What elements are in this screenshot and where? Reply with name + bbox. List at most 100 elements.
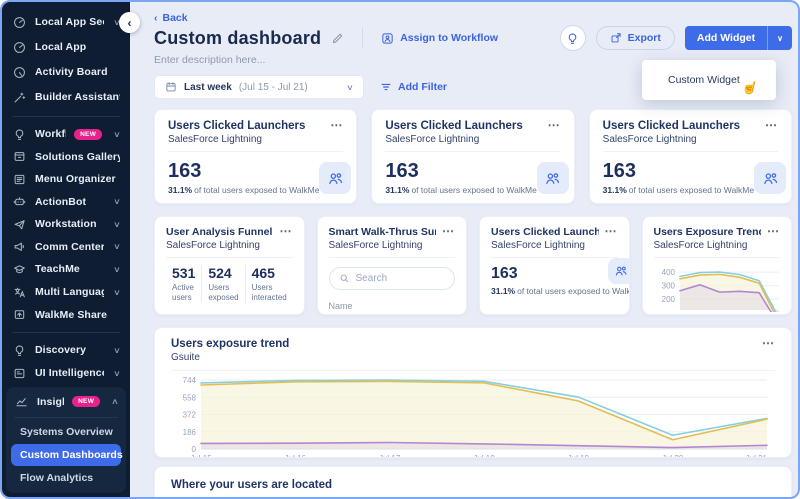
- svg-text:400: 400: [661, 268, 675, 277]
- export-icon: [610, 32, 622, 44]
- hints-button[interactable]: [559, 25, 586, 51]
- chevron-down-icon: ∨: [113, 368, 121, 378]
- activity-icon: [12, 66, 27, 79]
- sidebar-item-label: UI Intelligence: [35, 367, 105, 380]
- chevron-down-icon: ∨: [113, 345, 121, 355]
- sidebar-item-label: Multi Language: [35, 286, 104, 299]
- widget-caption: 31.1%of total users exposed to WalkMe: [602, 185, 755, 195]
- add-filter-button[interactable]: Add Filter: [380, 81, 447, 93]
- card-menu-button[interactable]: ⋯: [599, 225, 618, 237]
- sidebar-item-builder-assistant[interactable]: Builder Assistant: [2, 85, 130, 110]
- search-input[interactable]: [355, 273, 445, 284]
- add-filter-label: Add Filter: [398, 81, 447, 93]
- sidebar-divider: [14, 416, 118, 418]
- users-icon: [319, 162, 352, 194]
- sidebar-item-actionbot[interactable]: ActionBot ∨: [2, 191, 130, 214]
- translate-icon: [12, 286, 27, 299]
- svg-text:Jul 19: Jul 19: [568, 454, 590, 458]
- sidebar-item-menu-organizer[interactable]: Menu Organizer: [2, 168, 130, 191]
- insights-section: Insights NEW ∧ Systems Overview Custom D…: [6, 386, 126, 493]
- card-menu-button[interactable]: ⋯: [759, 119, 778, 131]
- users-icon: [754, 162, 787, 194]
- sidebar-item-activity-board[interactable]: Activity Board: [2, 60, 130, 85]
- widget-value: 163: [491, 265, 518, 282]
- sidebar-item-solutions-gallery[interactable]: Solutions Gallery: [2, 145, 130, 168]
- add-widget-button[interactable]: Add Widget ∨: [684, 26, 792, 50]
- filter-icon: [380, 81, 392, 93]
- card-menu-button[interactable]: ⋯: [274, 225, 293, 237]
- date-range-dropdown[interactable]: Last week (Jul 15 - Jul 21) ∨: [154, 75, 364, 99]
- search-icon: [339, 273, 350, 284]
- stat-label: Users exposed: [208, 283, 239, 302]
- widget-subtitle: SalesForce Lightning: [328, 240, 423, 251]
- svg-text:Jul 15: Jul 15: [190, 454, 212, 458]
- card-menu-button[interactable]: ⋯: [542, 119, 561, 131]
- stat-value: 524: [208, 265, 232, 281]
- card-menu-button[interactable]: ⋯: [756, 337, 775, 349]
- widget-users-exposure-trend-large: Users exposure trend Gsuite ⋯ 744 558 372 1…: [154, 327, 792, 458]
- export-button[interactable]: Export: [595, 26, 675, 50]
- graduation-cap-icon: [12, 263, 27, 276]
- card-menu-button[interactable]: ⋯: [436, 225, 455, 237]
- card-menu-button[interactable]: ⋯: [324, 119, 343, 131]
- assign-to-workflow-button[interactable]: Assign to Workflow: [381, 32, 498, 45]
- sidebar-item-workflows[interactable]: Workflows NEW ∨: [2, 123, 130, 146]
- widget-users-clicked-launchers-1: Users Clicked Launchers SalesForce Light…: [154, 109, 358, 204]
- sidebar-collapse-button[interactable]: ‹: [119, 12, 140, 33]
- sidebar-item-systems-overview[interactable]: Systems Overview: [6, 421, 126, 443]
- sidebar-item-insights[interactable]: Insights NEW ∧: [6, 390, 126, 414]
- widget-caption: 31.1%of total users exposed to WalkMe: [385, 185, 537, 195]
- chevron-down-icon: ∨: [113, 129, 121, 139]
- widget-title: Users Clicked Launchers: [168, 120, 306, 132]
- widget-title: Where your users are located: [171, 479, 333, 491]
- mini-trend-chart: 400 300 200: [661, 268, 779, 312]
- sidebar-divider: [12, 115, 120, 117]
- sidebar-item-discovery[interactable]: Discovery ∨: [2, 339, 130, 362]
- svg-text:744: 744: [183, 376, 197, 385]
- divider: [362, 27, 364, 49]
- gauge-icon: [12, 41, 27, 54]
- sidebar-item-label: TeachMe: [35, 263, 80, 276]
- search-field[interactable]: [328, 267, 455, 290]
- chevron-down-icon: ∨: [113, 287, 121, 297]
- sidebar-item-comm-center[interactable]: Comm Center ∨: [2, 236, 130, 259]
- sidebar-item-custom-dashboards[interactable]: Custom Dashboards: [11, 443, 123, 466]
- widget-smart-walkthrus-summary: Smart Walk-Thrus Summary SalesForce Ligh…: [316, 216, 467, 315]
- sidebar-item-local-app-secure[interactable]: Local App Secure ∨: [2, 10, 130, 35]
- box-icon: [12, 150, 27, 163]
- widget-user-analysis-funnel: User Analysis Funnel SalesForce Lightnin…: [154, 216, 305, 315]
- menu-item-custom-widget[interactable]: Custom Widget ☝: [642, 66, 776, 97]
- widgets-row-1: Users Clicked Launchers SalesForce Light…: [154, 109, 792, 204]
- sidebar-item-label: Local App Secure: [35, 16, 104, 29]
- cursor-hand-icon: ☝: [740, 77, 761, 98]
- megaphone-icon: [12, 240, 27, 253]
- widgets-row-2: User Analysis Funnel SalesForce Lightnin…: [154, 216, 792, 315]
- sidebar-item-walkme-share[interactable]: WalkMe Share: [2, 303, 130, 326]
- share-doc-icon: [12, 308, 27, 321]
- sidebar-item-multi-language[interactable]: Multi Language ∨: [2, 281, 130, 304]
- stat-label: Users interacted: [251, 283, 287, 302]
- svg-text:0: 0: [192, 445, 197, 454]
- sidebar-item-ui-intelligence[interactable]: UI Intelligence ∨: [2, 362, 130, 385]
- widget-value: 163: [602, 160, 637, 182]
- sidebar-item-teachme[interactable]: TeachMe ∨: [2, 258, 130, 281]
- svg-text:372: 372: [183, 411, 197, 420]
- sidebar-item-workstation[interactable]: Workstation ∨: [2, 213, 130, 236]
- export-label: Export: [627, 32, 661, 44]
- new-badge: NEW: [72, 396, 101, 408]
- title-row: Custom dashboard Assign to Workflow Expo…: [154, 25, 792, 51]
- svg-text:Jul 17: Jul 17: [379, 454, 401, 458]
- card-menu-button[interactable]: ⋯: [761, 225, 780, 237]
- chevron-down-icon[interactable]: ∨: [768, 28, 792, 49]
- sidebar-item-local-app[interactable]: Local App: [2, 35, 130, 60]
- widget-title: Users Clicked Launchers: [491, 226, 599, 238]
- edit-title-icon[interactable]: [331, 32, 344, 45]
- back-link[interactable]: ‹ Back: [154, 12, 792, 24]
- main-content: ‹ Back Custom dashboard Assign to Workfl…: [130, 2, 798, 497]
- sidebar-item-label: Local App: [35, 41, 87, 54]
- sidebar: Local App Secure ∨ Local App Activity Bo…: [2, 2, 130, 497]
- widget-title: Users Exposure Trend: [653, 226, 762, 238]
- sidebar-item-flow-analytics[interactable]: Flow Analytics: [6, 467, 126, 489]
- assign-workflow-label: Assign to Workflow: [400, 32, 499, 44]
- funnel-stat: 531 Active users: [166, 265, 201, 303]
